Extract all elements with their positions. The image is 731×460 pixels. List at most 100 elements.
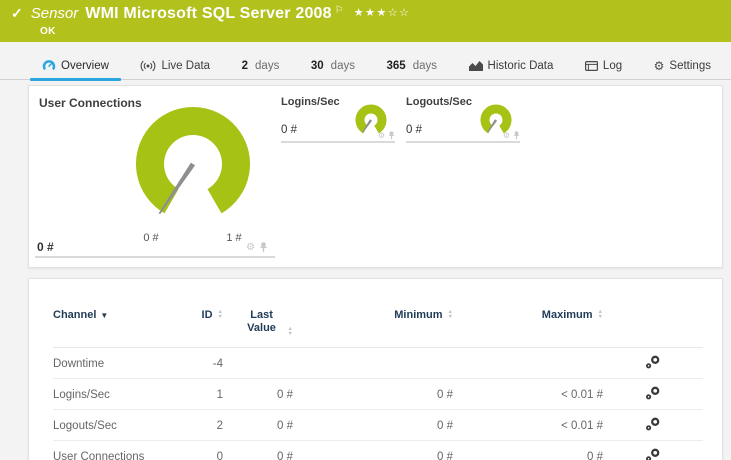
- main-gauge-title: User Connections: [39, 96, 142, 110]
- channel-minimum: 0 #: [293, 440, 453, 460]
- column-header-channel[interactable]: Channel ▼: [53, 295, 183, 348]
- logouts-gauge-title: Logouts/Sec: [406, 96, 473, 108]
- tab-unit: days: [412, 59, 437, 72]
- table-row-logouts: Logouts/Sec 2 0 # 0 # < 0.01 #: [53, 409, 703, 441]
- channels-table: Channel ▼ ID ▲ ▼ Last Value ▲ ▼ Minimum ▲ ▼ Max…: [53, 295, 703, 460]
- column-header-minimum[interactable]: Minimum ▲ ▼: [293, 295, 453, 348]
- object-kind-label: Sensor: [30, 5, 79, 22]
- pin-icon[interactable]: [388, 131, 395, 140]
- gear-icon: ⚙: [653, 58, 665, 73]
- main-gauge-actions: ⚙: [246, 242, 268, 253]
- logins-gauge-actions: ⚙: [378, 131, 395, 140]
- tab-historic-data[interactable]: Historic Data: [455, 52, 568, 79]
- table-row-user-connections: User Connections 0 0 # 0 # 0 #: [53, 440, 703, 460]
- channels-panel: Channel ▼ ID ▲ ▼ Last Value ▲ ▼ Minimum ▲ ▼ Max…: [28, 278, 723, 460]
- channel-minimum: [293, 347, 453, 379]
- tab-number: 2: [241, 59, 249, 72]
- sensor-overview-page: ✓ Sensor WMI Microsoft SQL Server 2008 ⚐…: [0, 0, 731, 460]
- channel-maximum: < 0.01 #: [453, 378, 603, 410]
- channel-last-value: 0 #: [223, 378, 293, 410]
- area-chart-icon: [468, 60, 483, 71]
- gear-icon[interactable]: ⚙: [503, 131, 510, 140]
- tab-number: 365: [386, 59, 406, 72]
- column-header-last-value[interactable]: Last Value ▲ ▼: [223, 295, 293, 348]
- divider: [281, 141, 395, 143]
- tab-log[interactable]: Log: [571, 52, 636, 79]
- main-gauge-value: 0 #: [37, 240, 54, 254]
- column-label: ID: [201, 309, 213, 321]
- tab-unit: days: [330, 59, 355, 72]
- logouts-gauge-actions: ⚙: [503, 131, 520, 140]
- edit-channel-icon[interactable]: [645, 355, 661, 372]
- column-label: Minimum: [394, 309, 443, 321]
- tab-label: Log: [602, 59, 623, 72]
- divider: [35, 256, 275, 258]
- channel-name[interactable]: Logins/Sec: [53, 378, 183, 410]
- gear-icon[interactable]: ⚙: [378, 131, 385, 140]
- tab-365-days[interactable]: 365 days: [373, 52, 451, 79]
- table-row-downtime: Downtime -4: [53, 347, 703, 379]
- sorted-desc-icon: ▼: [100, 311, 109, 320]
- tab-live-data[interactable]: Live Data: [126, 52, 224, 79]
- edit-channel-icon[interactable]: [645, 448, 661, 460]
- tab-30-days[interactable]: 30 days: [297, 52, 369, 79]
- table-header-row: Channel ▼ ID ▲ ▼ Last Value ▲ ▼ Minimum ▲ ▼ Max…: [53, 295, 703, 348]
- status-badge: OK: [40, 26, 56, 37]
- column-header-edit: [603, 295, 703, 348]
- priority-stars[interactable]: ★★★☆☆: [354, 6, 411, 19]
- gauge-scale-min: 0 #: [143, 232, 159, 244]
- page-title: WMI Microsoft SQL Server 2008: [85, 5, 332, 22]
- pin-icon[interactable]: [513, 131, 520, 140]
- tab-label: Live Data: [161, 59, 211, 72]
- gauges-panel: User Connections 0 # 1 # 0 # ⚙ Logins/Se…: [28, 85, 723, 268]
- channel-minimum: 0 #: [293, 409, 453, 441]
- tab-overview[interactable]: Overview: [28, 52, 123, 81]
- tab-unit: days: [255, 59, 280, 72]
- logouts-gauge-panel: Logouts/Sec 0 # ⚙: [406, 96, 520, 146]
- tab-label: Overview: [61, 59, 109, 72]
- edit-channel-icon[interactable]: [645, 386, 661, 403]
- tab-label: Historic Data: [487, 59, 554, 72]
- channel-maximum: < 0.01 #: [453, 409, 603, 441]
- pin-icon[interactable]: [259, 242, 268, 253]
- tab-bar: Overview Live Data 2 days 30 days 365 da…: [0, 52, 731, 81]
- sensor-header: ✓ Sensor WMI Microsoft SQL Server 2008 ⚐…: [0, 0, 731, 42]
- tab-settings[interactable]: ⚙ Settings: [640, 52, 725, 79]
- column-header-maximum[interactable]: Maximum ▲ ▼: [453, 295, 603, 348]
- column-label: Maximum: [541, 309, 593, 321]
- column-header-id[interactable]: ID ▲ ▼: [183, 295, 223, 348]
- channel-id: -4: [183, 347, 223, 379]
- logins-gauge-title: Logins/Sec: [281, 96, 340, 108]
- tab-2-days[interactable]: 2 days: [228, 52, 294, 79]
- flag-icon[interactable]: ⚐: [335, 5, 344, 16]
- channel-maximum: [453, 347, 603, 379]
- channel-last-value: 0 #: [223, 440, 293, 460]
- channel-id: 0: [183, 440, 223, 460]
- column-label: Last Value: [247, 309, 276, 334]
- channel-last-value: 0 #: [223, 409, 293, 441]
- channel-last-value: [223, 347, 293, 379]
- sort-icon: ▲ ▼: [217, 309, 223, 320]
- tab-label: Settings: [669, 59, 711, 72]
- gauge-icon: [42, 59, 56, 72]
- sort-icon: ▲ ▼: [287, 326, 293, 337]
- channel-id: 2: [183, 409, 223, 441]
- channel-maximum: 0 #: [453, 440, 603, 460]
- channel-name[interactable]: User Connections: [53, 440, 183, 460]
- divider: [406, 141, 520, 143]
- live-broadcast-icon: [140, 60, 156, 72]
- logins-gauge-value: 0 #: [281, 124, 297, 136]
- channel-name[interactable]: Downtime: [53, 347, 183, 379]
- channel-name[interactable]: Logouts/Sec: [53, 409, 183, 441]
- sort-icon: ▲ ▼: [597, 309, 603, 320]
- column-label: Channel: [53, 309, 97, 321]
- status-check-icon: ✓: [11, 5, 23, 21]
- edit-channel-icon[interactable]: [645, 417, 661, 434]
- log-list-icon: [584, 60, 598, 71]
- channel-minimum: 0 #: [293, 378, 453, 410]
- logouts-gauge-value: 0 #: [406, 124, 422, 136]
- tab-number: 30: [310, 59, 324, 72]
- user-connections-gauge: [136, 106, 250, 215]
- gear-icon[interactable]: ⚙: [246, 242, 255, 253]
- table-row-logins: Logins/Sec 1 0 # 0 # < 0.01 #: [53, 378, 703, 410]
